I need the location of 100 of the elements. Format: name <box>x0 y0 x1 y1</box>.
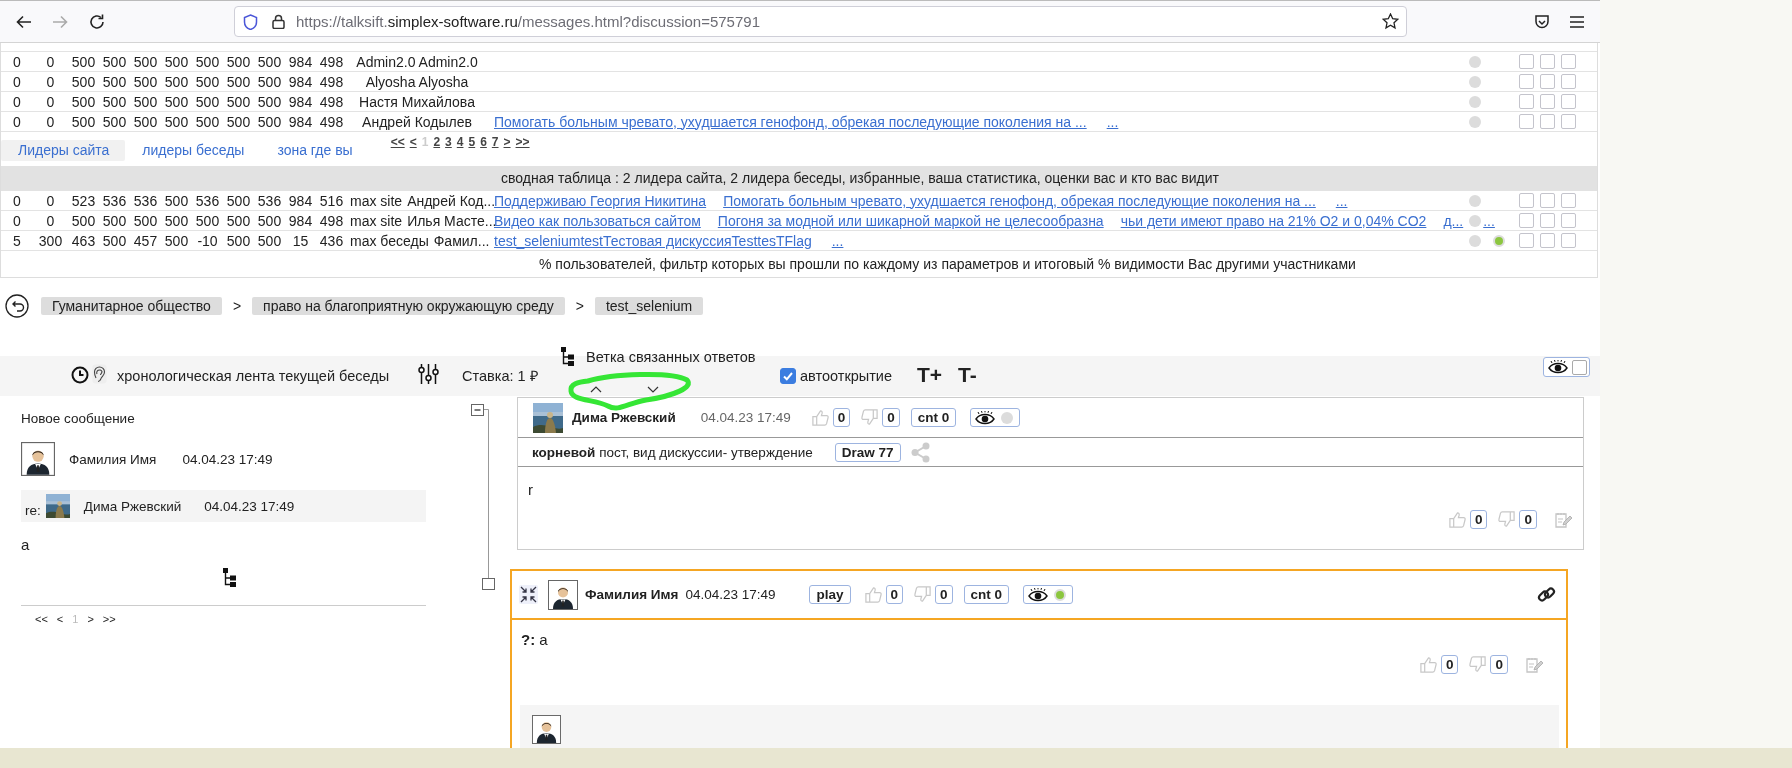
topic-link[interactable]: Помогать больным чревато, ухудшается генофонд, обрекая последующие поколения на ... <box>494 113 1087 130</box>
back-icon[interactable] <box>5 294 29 318</box>
draw-badge: Draw 77 <box>834 442 901 462</box>
thumbs-up-icon[interactable] <box>1418 655 1438 674</box>
checkbox[interactable] <box>1519 114 1534 129</box>
table-cell-text: 0 <box>45 192 56 209</box>
pocket-icon[interactable] <box>1534 13 1550 30</box>
checkbox[interactable] <box>1561 193 1576 208</box>
tree-icon[interactable] <box>223 568 236 587</box>
checkbox[interactable] <box>1540 114 1555 129</box>
thumbs-down-icon[interactable] <box>1468 655 1488 674</box>
checkbox[interactable] <box>1572 359 1587 375</box>
table-cell-text: 500 <box>101 73 128 90</box>
link-icon[interactable] <box>1537 585 1556 604</box>
thumbs-down-icon[interactable] <box>1497 510 1517 529</box>
checkbox[interactable] <box>1540 193 1555 208</box>
table-cell-text: 500 <box>256 73 283 90</box>
checkbox[interactable] <box>1561 213 1576 228</box>
feed-label[interactable]: хронологическая лента текущей беседы <box>117 366 418 386</box>
star-icon[interactable] <box>1382 13 1399 30</box>
thumbs-down-icon[interactable] <box>913 585 932 604</box>
page-link[interactable]: > <box>503 134 511 150</box>
page-link[interactable]: 5 <box>468 134 476 150</box>
thumbs-up-icon[interactable] <box>863 585 883 604</box>
chevron-up-icon[interactable] <box>590 386 602 393</box>
more-link[interactable]: ... <box>1483 212 1495 229</box>
page-link[interactable]: << <box>390 134 405 150</box>
visibility-toggle[interactable] <box>970 408 1021 427</box>
visibility-toggle[interactable] <box>1543 357 1590 377</box>
breadcrumb[interactable]: право на благоприятную окружающую среду <box>252 297 565 315</box>
tab[interactable]: лидеры беседы <box>125 140 261 161</box>
tab[interactable]: зона где вы <box>260 140 369 161</box>
topic-link[interactable]: Погоня за модной или шикарной маркой не целесообразна <box>717 212 1104 229</box>
menu-icon[interactable] <box>1569 14 1585 29</box>
page-link[interactable]: 7 <box>491 134 499 150</box>
checkbox[interactable] <box>780 368 796 384</box>
page-link[interactable]: 3 <box>445 134 452 150</box>
visibility-toggle[interactable] <box>1023 585 1074 604</box>
breadcrumb[interactable]: test_selenium <box>594 297 704 315</box>
checkbox[interactable] <box>1540 213 1555 228</box>
checkbox[interactable] <box>1561 94 1576 109</box>
edit-icon[interactable] <box>1525 655 1543 674</box>
dislike-count: 0 <box>882 408 900 427</box>
collapse-button[interactable] <box>471 404 484 416</box>
topic-link[interactable]: Помогать больным чревато, ухудшается генофонд, обрекая последующие поколения на ... <box>723 192 1316 209</box>
page-link[interactable]: 4 <box>456 134 464 150</box>
checkbox[interactable] <box>1519 233 1534 248</box>
font-decrease-button[interactable]: T- <box>958 363 1543 387</box>
page-link[interactable]: >> <box>515 134 530 150</box>
checkbox[interactable] <box>1519 213 1534 228</box>
checkbox[interactable] <box>1561 74 1576 89</box>
page-link[interactable]: 6 <box>480 134 487 150</box>
topic-link[interactable]: чьи дети имеют право на 21% O2 и 0,04% CO2 <box>1120 212 1427 229</box>
checkbox[interactable] <box>1519 54 1534 69</box>
thumbs-up-icon[interactable] <box>1447 510 1467 529</box>
edit-icon[interactable] <box>1554 510 1572 529</box>
checkbox[interactable] <box>1540 94 1555 109</box>
branch-icon[interactable] <box>561 347 574 366</box>
branch-label[interactable]: Ветка связанных ответов <box>586 348 756 366</box>
dislike-count: 0 <box>935 585 953 604</box>
ear-icon[interactable] <box>92 364 107 384</box>
checkbox[interactable] <box>1519 94 1534 109</box>
expand-box[interactable] <box>482 578 495 590</box>
page-link[interactable]: >> <box>102 611 116 627</box>
topic-link[interactable]: д... <box>1443 212 1464 229</box>
topic-link[interactable]: Видео как пользоваться сайтом <box>494 212 701 229</box>
status-dot <box>1468 55 1481 68</box>
topic-link[interactable]: test_seleniumtestТестовая дискуссияTesttesTFlag <box>494 232 812 249</box>
table-cell-text: 498 <box>318 212 345 229</box>
checkbox[interactable] <box>1561 54 1576 69</box>
sliders-icon[interactable] <box>418 363 439 385</box>
font-increase-button[interactable]: T+ <box>917 363 958 387</box>
share-icon[interactable] <box>909 441 931 463</box>
reload-icon[interactable] <box>88 12 106 31</box>
page-link[interactable]: < <box>56 611 64 627</box>
thumbs-up-icon[interactable] <box>810 408 830 427</box>
collapse-icon[interactable] <box>519 585 538 604</box>
address-field[interactable]: https://talksift.simplex-software.ru/messages.html?discussion=575791 <box>234 6 1407 37</box>
checkbox[interactable] <box>1561 233 1576 248</box>
more-link[interactable]: ... <box>1335 192 1348 209</box>
page-link[interactable]: > <box>87 611 94 627</box>
checkbox[interactable] <box>1561 114 1576 129</box>
breadcrumb[interactable]: Гуманитарное общество <box>41 297 222 315</box>
checkbox[interactable] <box>1540 74 1555 89</box>
checkbox[interactable] <box>1540 233 1555 248</box>
checkbox[interactable] <box>1519 193 1534 208</box>
checkbox[interactable] <box>1540 54 1555 69</box>
page-link[interactable]: < <box>409 134 417 150</box>
thumbs-down-icon[interactable] <box>860 408 880 427</box>
play-button[interactable]: play <box>809 585 851 604</box>
more-link[interactable]: ... <box>1106 113 1119 130</box>
more-link[interactable]: ... <box>831 232 844 249</box>
chevron-down-icon[interactable] <box>647 386 659 393</box>
page-link[interactable]: << <box>35 611 48 627</box>
topic-link[interactable]: Поддерживаю Георгия Никитина <box>494 192 707 209</box>
checkbox[interactable] <box>1519 74 1534 89</box>
tab[interactable]: Лидеры сайта <box>1 140 126 161</box>
page-link[interactable]: 2 <box>433 134 441 150</box>
clock-icon[interactable] <box>71 366 89 384</box>
table-cell-text: 5 <box>12 232 22 249</box>
